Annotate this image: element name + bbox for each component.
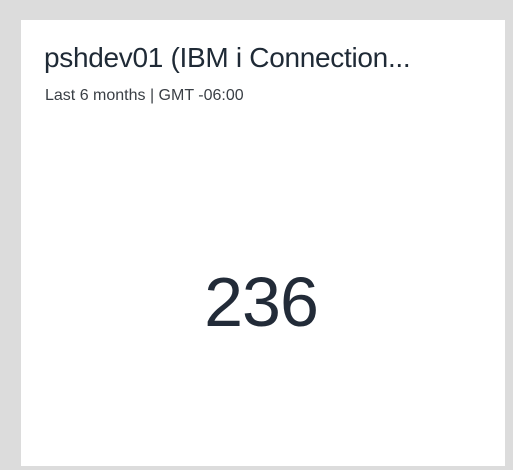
metric-value: 236 [204, 263, 319, 341]
dashboard-background: pshdev01 (IBM i Connection... Last 6 mon… [0, 0, 513, 470]
widget-title: pshdev01 (IBM i Connection... [44, 42, 411, 73]
widget-time-range: Last 6 months | GMT -06:00 [45, 87, 244, 104]
metric-widget-card[interactable]: pshdev01 (IBM i Connection... Last 6 mon… [21, 20, 505, 466]
